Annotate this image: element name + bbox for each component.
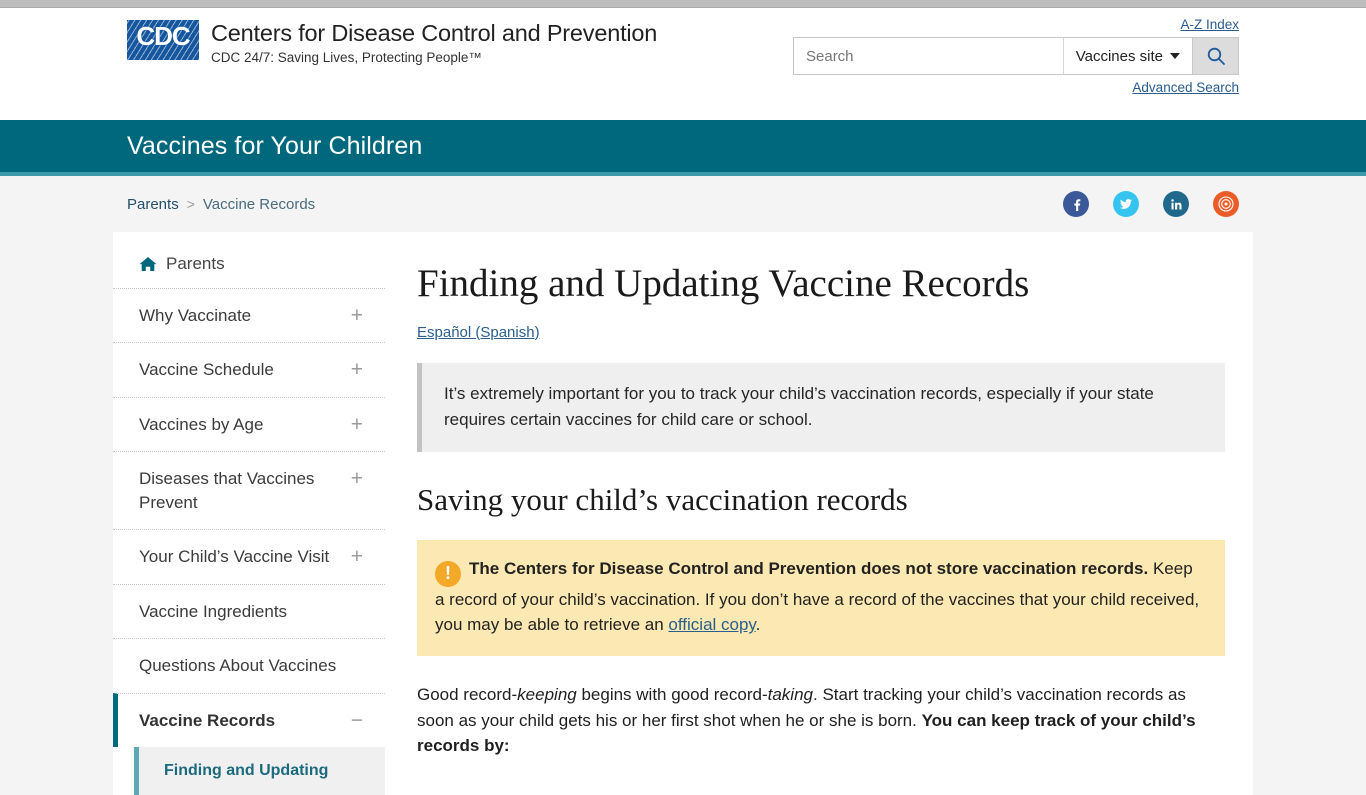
social-share-group <box>1063 191 1239 217</box>
section-title: Saving your child’s vaccination records <box>417 482 908 518</box>
para-emphasis-keeping: keeping <box>517 684 577 704</box>
sidebar-nav: Parents Why Vaccinate + Vaccine Schedule… <box>113 232 385 795</box>
expand-plus-icon[interactable]: + <box>351 359 363 380</box>
expand-plus-icon[interactable]: + <box>351 305 363 326</box>
official-copy-link[interactable]: official copy <box>668 615 755 634</box>
browser-chrome-strip <box>0 0 1366 8</box>
sidebar-item-diseases-that-vaccines-prevent[interactable]: Diseases that Vaccines Prevent + <box>113 451 385 529</box>
body-paragraph: Good record-keeping begins with good rec… <box>417 682 1225 759</box>
warning-text-part2: . <box>755 615 761 635</box>
breadcrumb-bar: Parents > Vaccine Records <box>0 176 1366 232</box>
info-callout: It’s extremely important for you to trac… <box>417 362 1225 453</box>
sidebar-item-your-childs-vaccine-visit[interactable]: Your Child’s Vaccine Visit + <box>113 529 385 583</box>
expand-plus-icon[interactable]: + <box>351 546 363 567</box>
header-search-area: A-Z Index Vaccines site Advanced Search <box>779 16 1239 97</box>
advanced-search-link[interactable]: Advanced Search <box>1132 80 1239 95</box>
sidebar-item-vaccines-by-age[interactable]: Vaccines by Age + <box>113 396 385 451</box>
sidebar-item-label: Why Vaccinate <box>139 306 252 325</box>
organization-title: Centers for Disease Control and Preventi… <box>211 20 658 46</box>
facebook-icon[interactable] <box>1063 191 1089 217</box>
sidebar-item-vaccine-records[interactable]: Vaccine Records − <box>113 692 385 748</box>
sidebar-subitem-finding-and-updating[interactable]: Finding and Updating <box>134 747 385 795</box>
alert-exclamation-icon: ! <box>435 560 461 587</box>
sidebar-item-vaccine-schedule[interactable]: Vaccine Schedule + <box>113 342 385 396</box>
sidebar-item-why-vaccinate[interactable]: Why Vaccinate + <box>113 288 385 342</box>
page-container: Parents Why Vaccinate + Vaccine Schedule… <box>113 232 1253 795</box>
sidebar-item-parents-home[interactable]: Parents <box>113 254 385 288</box>
linkedin-icon[interactable] <box>1163 191 1189 217</box>
sidebar-item-label: Vaccine Records <box>139 710 276 730</box>
expand-plus-icon[interactable]: + <box>351 414 363 435</box>
main-content: Finding and Updating Vaccine Records Esp… <box>385 232 1253 795</box>
sidebar-item-label: Diseases that Vaccines Prevent <box>139 469 315 512</box>
cdc-logo-mark: CDC <box>127 20 199 60</box>
sidebar-home-label: Parents <box>166 254 225 273</box>
spanish-translation-link[interactable]: Español (Spanish) <box>417 324 540 341</box>
search-scope-dropdown[interactable]: Vaccines site <box>1062 38 1192 74</box>
breadcrumb-current: Vaccine Records <box>202 195 316 213</box>
breadcrumb-separator: > <box>186 196 195 212</box>
linkedin-glyph <box>1170 198 1181 209</box>
sidebar-item-questions-about-vaccines[interactable]: Questions About Vaccines <box>113 638 385 692</box>
sidebar-subitem-label: Finding and Updating <box>164 762 329 780</box>
search-submit-button[interactable] <box>1192 38 1238 74</box>
para-text-2: begins with good record- <box>576 684 768 704</box>
sidebar-item-label: Vaccine Schedule <box>139 360 274 380</box>
page-title: Finding and Updating Vaccine Records <box>417 262 1030 305</box>
syndicate-glyph <box>1218 196 1234 212</box>
twitter-glyph <box>1119 199 1132 209</box>
cdc-logo-letters: CDC <box>136 21 190 51</box>
para-text-1: Good record- <box>417 684 518 704</box>
banner-title: Vaccines for Your Children <box>127 131 423 160</box>
search-scope-label: Vaccines site <box>1075 47 1163 65</box>
facebook-glyph <box>1073 198 1080 211</box>
sidebar-item-label: Questions About Vaccines <box>139 656 337 676</box>
search-bar: Vaccines site <box>793 37 1239 75</box>
cdc-logo[interactable]: CDC Centers for Disease Control and Prev… <box>127 18 657 65</box>
organization-tagline: CDC 24/7: Saving Lives, Protecting Peopl… <box>211 50 482 66</box>
warning-callout-text: ! The Centers for Disease Control and Pre… <box>435 556 1205 638</box>
sidebar-item-label: Your Child’s Vaccine Visit <box>139 547 330 567</box>
section-banner: Vaccines for Your Children <box>0 120 1366 176</box>
warning-bold-text: The Centers for Disease Control and Prev… <box>469 559 1149 579</box>
a-z-index-link[interactable]: A-Z Index <box>1180 17 1239 32</box>
sidebar-item-vaccine-ingredients[interactable]: Vaccine Ingredients <box>113 583 385 638</box>
info-callout-text: It’s extremely important for you to trac… <box>444 383 1154 429</box>
sidebar-item-label: Vaccine Ingredients <box>139 601 288 621</box>
expand-plus-icon[interactable]: + <box>351 468 363 489</box>
home-icon <box>139 257 157 271</box>
syndicate-icon[interactable] <box>1213 191 1239 217</box>
chevron-down-icon <box>1170 53 1180 59</box>
warning-callout: ! The Centers for Disease Control and Pre… <box>417 540 1225 656</box>
search-icon <box>1207 47 1225 65</box>
collapse-minus-icon[interactable]: − <box>351 710 363 731</box>
twitter-icon[interactable] <box>1113 191 1139 217</box>
site-header: CDC Centers for Disease Control and Prev… <box>0 8 1366 120</box>
sidebar-item-label: Vaccines by Age <box>139 414 264 434</box>
breadcrumb-parents-link[interactable]: Parents <box>127 196 179 213</box>
para-emphasis-taking: taking <box>767 684 813 704</box>
search-input[interactable] <box>794 38 1063 74</box>
